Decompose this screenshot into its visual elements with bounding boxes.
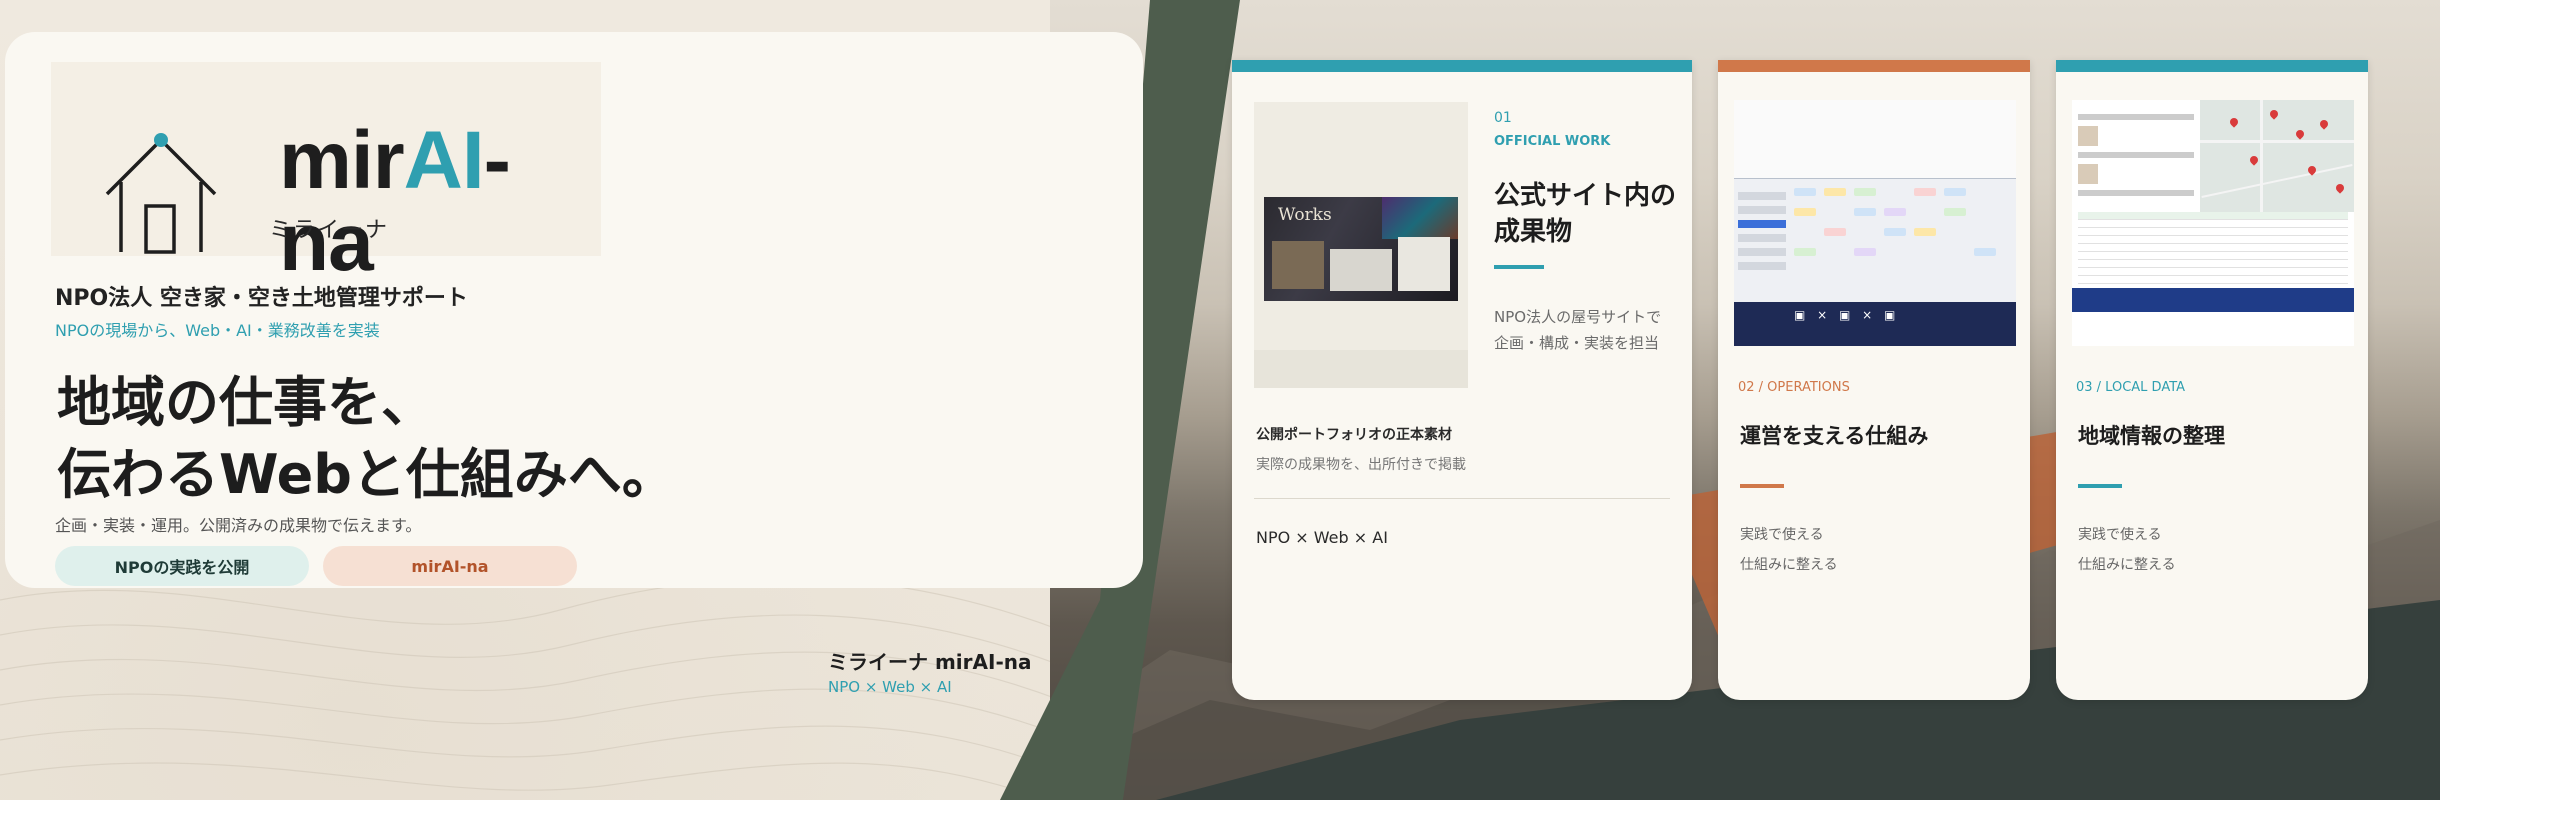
card-kicker: OFFICIAL WORK — [1494, 134, 1611, 149]
organization-name: NPO法人 空き家・空き土地管理サポート — [55, 286, 468, 311]
screenshot-form-area — [1734, 100, 2016, 179]
card-divider — [1254, 498, 1670, 499]
official-work-card[interactable]: Works 01 OFFICIAL WORK 公式サイト内の 成果物 NPO法人… — [1232, 60, 1692, 700]
works-screen-1 — [1272, 241, 1324, 289]
card-footer: NPO × Web × AI — [1256, 528, 1388, 547]
works-thumbnail: Works — [1254, 102, 1468, 388]
screenshot-sidebar — [1738, 186, 1786, 296]
card-rule — [2078, 484, 2122, 488]
card-description-line-1: NPO法人の屋号サイトで — [1494, 308, 1662, 326]
card-caption: 公開ポートフォリオの正本素材 — [1256, 427, 1452, 443]
card-description-line-2: 企画・構成・実装を担当 — [1494, 334, 1660, 352]
card-rule — [1740, 484, 1784, 488]
headline-line-2: 伝わるWebと仕組みへ。 — [57, 443, 676, 506]
card-line-1: 実践で使える — [2078, 527, 2162, 543]
card-title: 地域情報の整理 — [2078, 424, 2225, 448]
works-screen-2 — [1330, 249, 1392, 291]
card-accent-bar — [1718, 60, 2030, 72]
works-glow — [1382, 197, 1458, 239]
map-thumbnail — [2200, 100, 2354, 212]
card-title-line-1: 公式サイト内の — [1494, 181, 1677, 211]
mirai-na-button[interactable]: mirAI-na — [323, 546, 577, 586]
works-screenshot: Works — [1264, 197, 1458, 301]
tagline: NPOの現場から、Web・AI・業務改善を実装 — [55, 321, 380, 340]
headline-line-1: 地域の仕事を、 — [57, 371, 435, 434]
card-title-line-2: 成果物 — [1494, 217, 1573, 247]
card-title: 運営を支える仕組み — [1740, 424, 1929, 448]
local-data-card[interactable]: 03 / LOCAL DATA 地域情報の整理 実践で使える 仕組みに整える — [2056, 60, 2368, 700]
hero-card: mirAI-na ミライーナ NPO法人 空き家・空き土地管理サポート NPOの… — [5, 32, 1143, 588]
screenshot-calendar — [1794, 188, 2010, 288]
house-icon — [105, 133, 217, 254]
card-caption-sub: 実際の成果物を、出所付きで掲載 — [1256, 457, 1466, 473]
works-label: Works — [1278, 205, 1332, 225]
screenshot-icons: ▣ × ▣ × ▣ — [1794, 308, 1900, 322]
thumbnail-footer — [1254, 350, 1468, 388]
npo-practice-button[interactable]: NPOの実践を公開 — [55, 546, 309, 586]
card-rule — [1494, 265, 1544, 269]
operations-card[interactable]: ▣ × ▣ × ▣ 02 / OPERATIONS 運営を支える仕組み 実践で使… — [1718, 60, 2030, 700]
card-title: 公式サイト内の 成果物 — [1494, 178, 1676, 250]
card-accent-bar — [2056, 60, 2368, 72]
card-description: NPO法人の屋号サイトで 企画・構成・実装を担当 — [1494, 304, 1661, 356]
spreadsheet-banner — [2072, 288, 2354, 312]
hero-subtext: 企画・実装・運用。公開済みの成果物で伝えます。 — [55, 516, 422, 535]
card-kicker: 03 / LOCAL DATA — [2076, 380, 2186, 395]
logo: mirAI-na ミライーナ — [51, 62, 601, 284]
card-line-2: 仕組みに整える — [2078, 557, 2176, 573]
operations-screenshot: ▣ × ▣ × ▣ — [1734, 100, 2016, 346]
local-data-screenshot — [2072, 100, 2354, 346]
brand-subtitle: NPO × Web × AI — [828, 678, 952, 696]
works-screen-3 — [1398, 237, 1450, 291]
logo-kana: ミライーナ — [269, 218, 390, 243]
card-line-2: 仕組みに整える — [1740, 557, 1838, 573]
card-number: 01 — [1494, 110, 1512, 126]
logo-wordmark: mirAI-na — [279, 115, 511, 288]
card-accent-bar — [1232, 60, 1692, 72]
brand-name: ミライーナ mirAI-na — [828, 650, 1032, 674]
spreadsheet-thumbnail — [2072, 212, 2354, 312]
headline: 地域の仕事を、 伝わるWebと仕組みへ。 — [57, 367, 676, 511]
card-line-1: 実践で使える — [1740, 527, 1824, 543]
card-kicker: 02 / OPERATIONS — [1738, 380, 1850, 395]
